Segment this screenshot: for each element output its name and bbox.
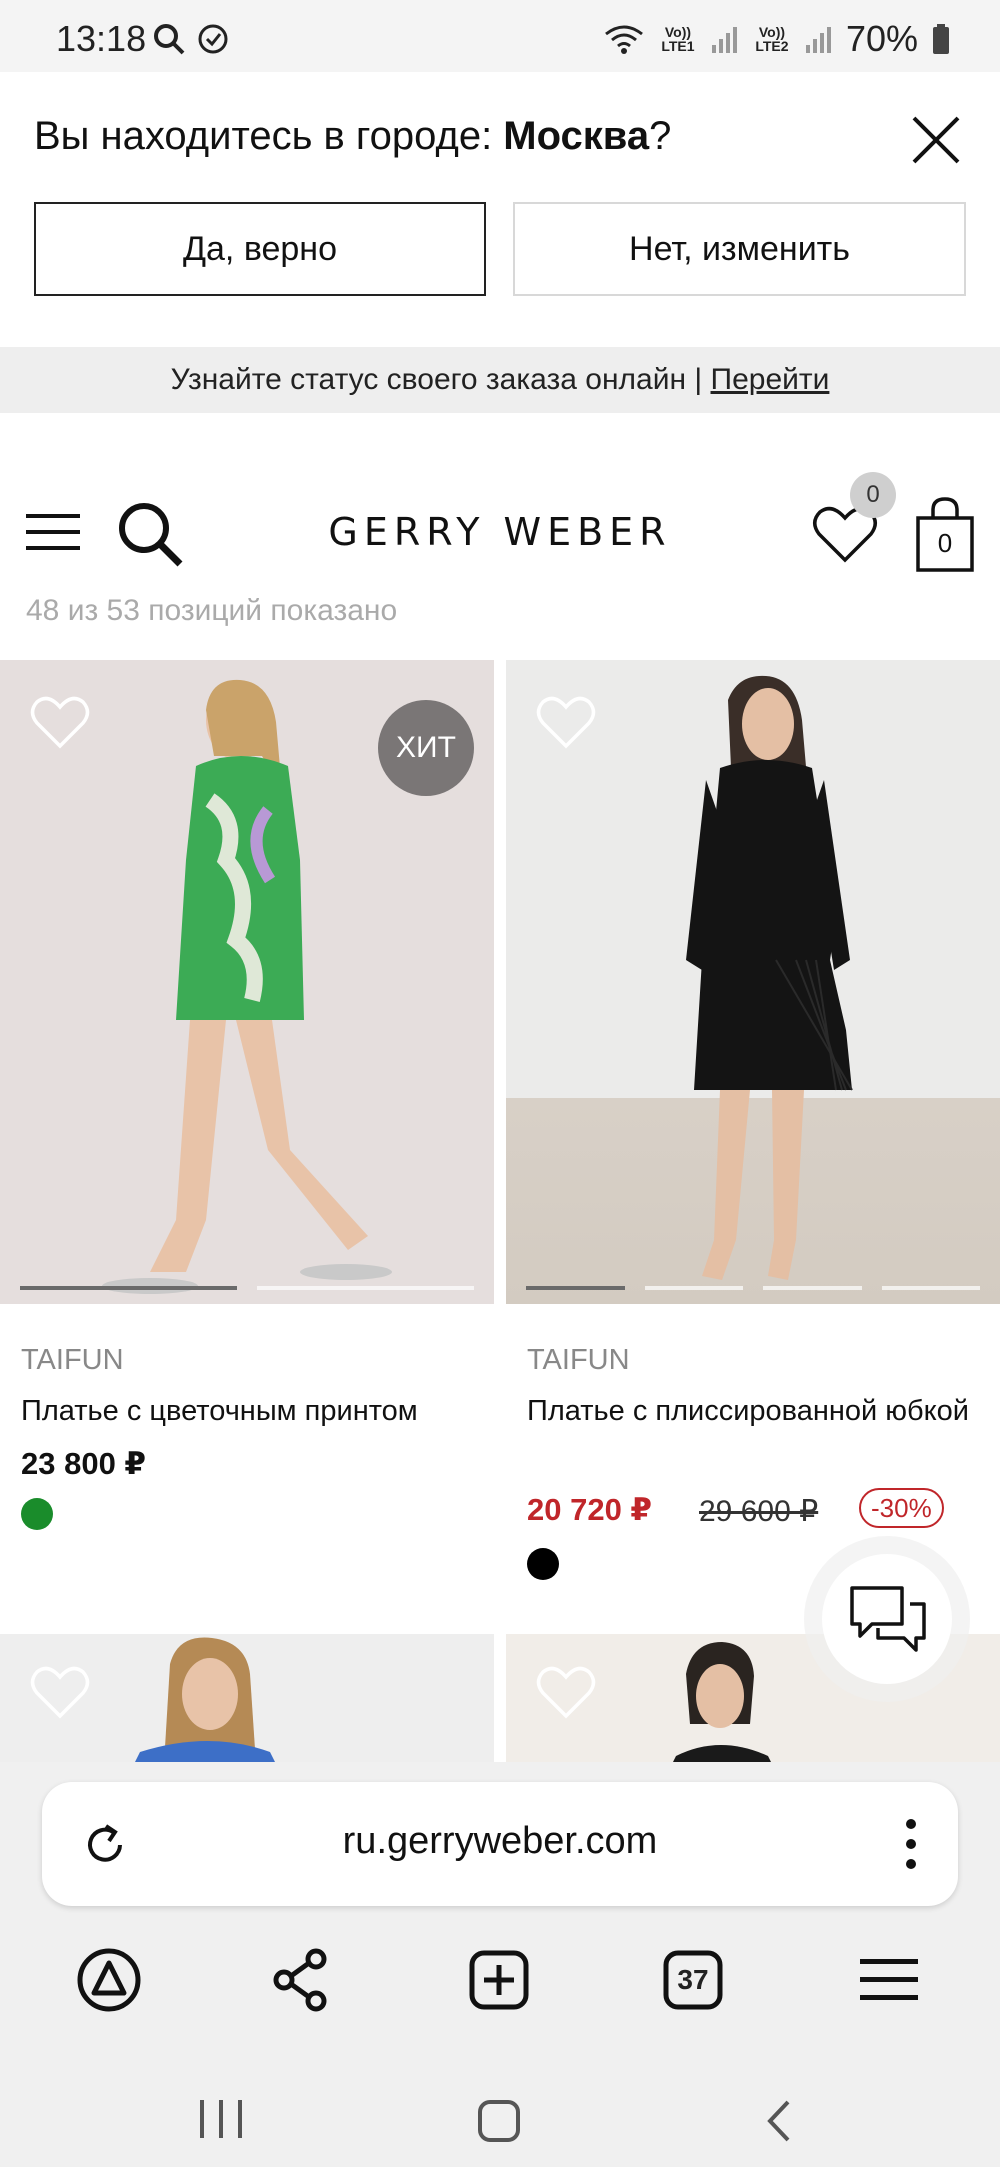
model-illustration (686, 675, 853, 1280)
gallery-dot (763, 1286, 862, 1290)
signal-icon (711, 27, 737, 53)
order-status-text: Узнайте статус своего заказа онлайн | (170, 363, 711, 396)
close-icon[interactable] (908, 112, 964, 168)
gallery-indicator (526, 1286, 980, 1290)
status-right: Vo)) LTE1 Vo)) LTE2 70% (604, 18, 950, 60)
network-label-2: Vo)) LTE2 (755, 24, 789, 54)
gallery-indicator (20, 1286, 474, 1290)
product-brand: TAIFUN (21, 1344, 124, 1376)
recent-apps-icon[interactable] (198, 2098, 244, 2140)
gallery-dot (20, 1286, 237, 1290)
gallery-dot (644, 1286, 743, 1290)
new-tab-icon[interactable] (464, 1945, 534, 2015)
address-bar[interactable]: ru.gerryweber.com (42, 1782, 958, 1906)
network-label-1: Vo)) LTE1 (661, 24, 695, 54)
product-card[interactable] (0, 1634, 494, 1764)
product-name[interactable]: Платье с цветочным принтом (21, 1390, 481, 1432)
url-text[interactable]: ru.gerryweber.com (42, 1820, 958, 1863)
city-question-prefix: Вы находитесь в городе: (34, 114, 504, 158)
product-image[interactable]: ХИТ (0, 660, 494, 1304)
system-nav-bar (0, 2070, 1000, 2167)
browser-toolbar: 37 (0, 1945, 1000, 2015)
tabs-count: 37 (677, 1964, 709, 1995)
city-question-suffix: ? (649, 114, 672, 158)
status-bar: 13:18 Vo)) LTE1 Vo)) LTE2 70% (0, 0, 1000, 72)
wifi-icon (605, 25, 643, 54)
city-name: Москва (503, 114, 650, 158)
product-brand: TAIFUN (527, 1344, 630, 1376)
share-icon[interactable] (266, 1945, 336, 2015)
product-name[interactable]: Платье с плиссированной юбкой (527, 1390, 987, 1432)
city-question: Вы находитесь в городе: Москва? (34, 114, 671, 159)
add-to-wishlist-icon[interactable] (30, 694, 90, 750)
add-to-wishlist-icon[interactable] (536, 694, 596, 750)
search-icon (154, 24, 185, 55)
alice-assistant-icon[interactable] (74, 1945, 144, 2015)
home-icon[interactable] (476, 2098, 522, 2144)
status-time: 13:18 (56, 18, 147, 59)
add-to-wishlist-icon[interactable] (536, 1664, 596, 1720)
color-swatch[interactable] (21, 1498, 53, 1530)
add-to-wishlist-icon[interactable] (30, 1664, 90, 1720)
city-confirmation-banner: Вы находитесь в городе: Москва? Да, верн… (0, 72, 1000, 347)
discount-badge: -30% (859, 1488, 944, 1528)
chat-icon (850, 1586, 926, 1652)
tabs-button[interactable]: 37 (658, 1945, 728, 2015)
items-shown-count: 48 из 53 позиций показано (26, 594, 398, 627)
bestseller-badge: ХИТ (378, 700, 474, 796)
gallery-dot (881, 1286, 980, 1290)
menu-icon[interactable] (854, 1945, 924, 2015)
battery-icon (933, 24, 949, 54)
product-sale-price: 20 720 ₽ (527, 1492, 652, 1527)
chat-button[interactable] (822, 1554, 952, 1684)
order-status-link[interactable]: Перейти (711, 363, 830, 396)
status-left-icons (152, 22, 230, 56)
product-image[interactable] (506, 660, 1000, 1304)
order-status-bar: Узнайте статус своего заказа онлайн | Пе… (0, 347, 1000, 413)
color-swatch[interactable] (527, 1548, 559, 1580)
favorites-count-badge: 0 (850, 472, 896, 518)
signal-icon (805, 27, 831, 53)
product-price: 23 800 ₽ (21, 1446, 146, 1481)
back-icon[interactable] (764, 2098, 794, 2144)
change-city-button[interactable]: Нет, изменить (513, 202, 966, 296)
more-options-icon[interactable] (904, 1816, 918, 1872)
gallery-dot (526, 1286, 625, 1290)
confirm-city-button[interactable]: Да, верно (34, 202, 486, 296)
product-old-price: 29 600 ₽ (699, 1495, 819, 1528)
check-circle-icon (198, 24, 228, 54)
cart-count: 0 (937, 528, 953, 558)
gallery-dot (257, 1286, 474, 1290)
battery-percent: 70% (845, 18, 918, 59)
